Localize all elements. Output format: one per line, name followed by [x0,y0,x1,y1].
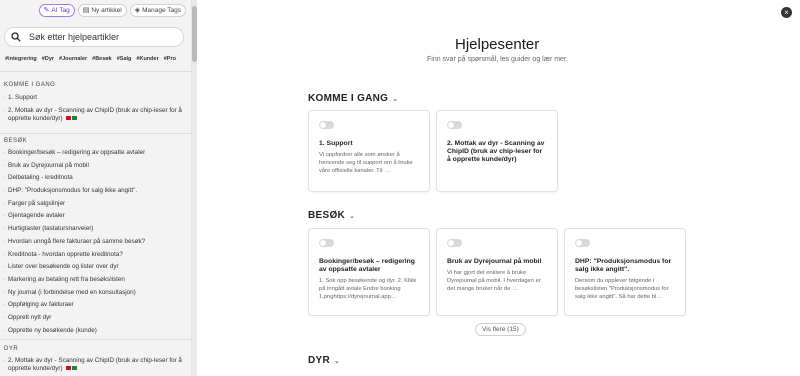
tag-chip[interactable]: #Dyr [42,56,54,62]
tag-chip[interactable]: #Besøk [92,56,112,62]
language-flags-icon [65,115,77,123]
tag-chip[interactable]: #Salg [117,56,132,62]
card-title: DHP: "Produksjonsmodus for salg ikke ang… [575,258,672,273]
nav-item[interactable]: 2. Mottak av dyr - Scanning av ChipID (b… [3,107,188,123]
nav-list-komme-i-gang: 1. Support 2. Mottak av dyr - Scanning a… [3,94,188,127]
document-icon: ▤ [82,7,90,14]
nav-item[interactable]: DHP: "Produksjonsmodus for salg ikke ang… [3,187,188,195]
nav-item[interactable]: Gjentagende avtaler [3,212,188,220]
nav-item[interactable]: Opprette ny besøkende (kunde) [3,327,188,335]
nav-item[interactable]: Hurtigtaster (tastatursnarveier) [3,225,188,233]
nav-item[interactable]: Delbetaling - kreditnota [3,174,188,182]
nav-item[interactable]: Lister over besøkende og lister over dyr [3,263,188,271]
section-title-besok: BESØK [4,138,28,144]
tag-chip[interactable]: #Pro [164,56,176,62]
tag-chip[interactable]: #Kunder [136,56,158,62]
new-article-button[interactable]: ▤ Ny artikkel [77,4,127,17]
divider [0,339,191,340]
magic-wand-icon: ✎ [43,7,50,14]
card-description: Vi har gjort det enklere å bruke Dyrejou… [447,270,541,292]
card-title: Bookinger/besøk – redigering av oppsatte… [319,258,415,273]
chevron-down-icon: ⌄ [334,357,341,365]
scrollbar-thumb[interactable] [192,6,197,62]
toggle-switch[interactable] [447,239,462,247]
page-subtitle: Finn svar på spørsmål, les guider og lær… [427,56,568,63]
sidebar-scrollbar[interactable] [192,0,197,376]
toggle-switch[interactable] [319,239,334,247]
toggle-switch[interactable] [575,239,590,247]
nav-list-dyr: 2. Mottak av dyr - Scanning av ChipID (b… [3,357,188,376]
article-card[interactable]: DHP: "Produksjonsmodus for salg ikke ang… [564,228,686,316]
sidebar-toolbar: ✎ AI Tag ▤ Ny artikkel ◈ Manage Tags [38,4,186,17]
article-card[interactable]: 1. Support Vi oppfordrer alle som ønsker… [308,110,430,192]
page-title: Hjelpesenter [455,36,540,53]
tag-filter-bar: #integrering #Dyr #Journaler #Besøk #Sal… [5,56,176,62]
nav-item[interactable]: Bookinger/besøk – redigering av oppsatte… [3,149,188,157]
tag-chip[interactable]: #integrering [5,56,37,62]
nav-item[interactable]: Opprett nytt dyr [3,314,188,322]
search-placeholder: Søk etter hjelpeartikler [29,32,120,42]
manage-tags-button[interactable]: ◈ Manage Tags [129,4,186,17]
chevron-down-icon: ⌄ [349,212,356,220]
nav-item[interactable]: Hvordan unngå flere fakturaer på samme b… [3,238,188,246]
nav-item[interactable]: 1. Support [3,94,188,102]
tag-chip[interactable]: #Journaler [59,56,87,62]
toggle-switch[interactable] [319,121,334,129]
category-title-besok[interactable]: BESØK ⌄ [308,210,355,221]
ai-tag-button[interactable]: ✎ AI Tag [38,4,75,17]
ai-tag-label: AI Tag [51,7,70,14]
card-title: 1. Support [319,140,353,147]
section-title-komme-i-gang: KOMME I GANG [4,82,56,88]
nav-item[interactable]: Oppfølging av fakturaer [3,301,188,309]
nav-list-besok: Bookinger/besøk – redigering av oppsatte… [3,149,188,339]
manage-tags-label: Manage Tags [142,7,181,14]
card-description: 1. Sok opp besøkende og dyr. 2. Klikk på… [319,278,417,300]
search-icon [11,32,21,42]
new-article-label: Ny artikkel [91,7,122,14]
search-input[interactable]: Søk etter hjelpeartikler [4,27,184,47]
article-card[interactable]: Bruk av Dyrejournal på mobil Vi har gjor… [436,228,558,316]
article-card[interactable]: 2. Mottak av dyr - Scanning av ChipID (b… [436,110,558,192]
card-description: Dersom du opplever følgende i besøkslist… [575,278,669,300]
card-title: 2. Mottak av dyr - Scanning av ChipID (b… [447,140,545,163]
chevron-down-icon: ⌄ [392,95,399,103]
language-flags-icon [65,365,77,373]
toggle-switch[interactable] [447,121,462,129]
sidebar: ✎ AI Tag ▤ Ny artikkel ◈ Manage Tags Søk… [0,0,192,376]
nav-item[interactable]: Bruk av Dyrejournal på mobil [3,162,188,170]
tag-icon: ◈ [134,7,141,14]
divider [0,133,191,134]
nav-item[interactable]: Kreditnota - hvordan opprette kreditnota… [3,251,188,259]
section-title-dyr: DYR [4,346,19,352]
category-title-dyr[interactable]: DYR ⌄ [308,355,340,366]
card-description: Vi oppfordrer alle som ønsker å henvende… [319,152,413,174]
nav-item[interactable]: Markering av betaling rett fra besøkslis… [3,276,188,284]
nav-item[interactable]: Ny journal (i forbindelse med en konsult… [3,289,188,297]
show-more-button[interactable]: Vis flere (15) [475,323,526,336]
category-title-komme-i-gang[interactable]: KOMME I GANG ⌄ [308,93,398,104]
close-icon[interactable]: × [781,7,792,18]
nav-item[interactable]: 2. Mottak av dyr - Scanning av ChipID (b… [3,357,188,373]
nav-item[interactable]: Farger på salgslinjer [3,200,188,208]
card-title: Bruk av Dyrejournal på mobil [447,258,542,265]
article-card[interactable]: Bookinger/besøk – redigering av oppsatte… [308,228,430,316]
divider [0,71,191,72]
